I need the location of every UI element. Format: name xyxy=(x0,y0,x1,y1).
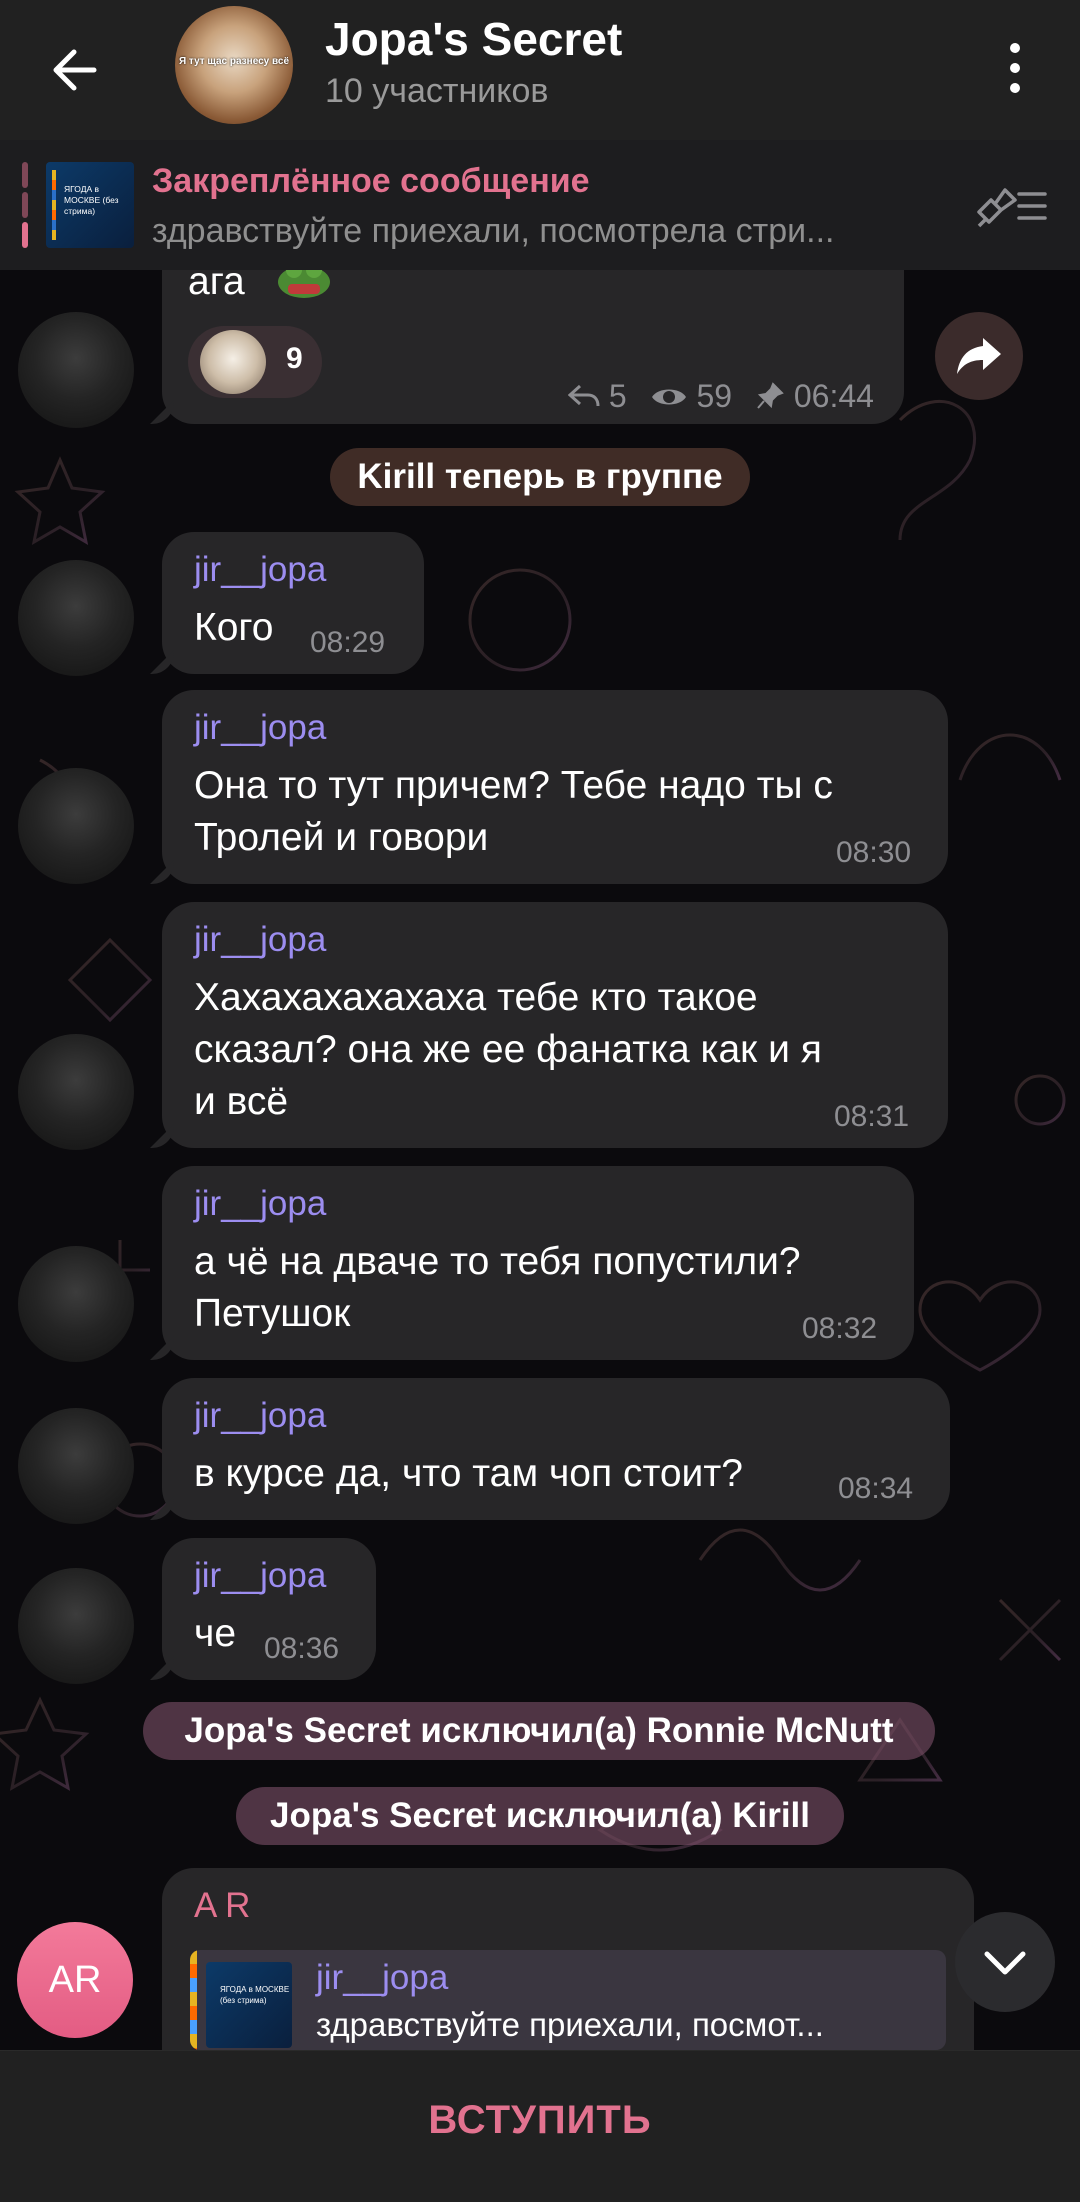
message-sender[interactable]: jir__jopa xyxy=(194,1396,326,1436)
message-bubble[interactable]: jir__jopa Кого 08:29 xyxy=(162,532,424,674)
message-sender[interactable]: jir__jopa xyxy=(194,920,326,960)
share-arrow-icon xyxy=(957,338,1001,374)
message-sender[interactable]: jir__jopa xyxy=(194,1556,326,1596)
message-bubble[interactable]: jir__jopa че 08:36 xyxy=(162,1538,376,1680)
back-arrow-icon[interactable] xyxy=(44,38,108,102)
user-avatar[interactable] xyxy=(18,768,134,884)
message-text: Тролей и говори xyxy=(194,816,489,859)
service-message: Jopa's Secret исключил(а) Ronnie McNutt xyxy=(143,1702,935,1760)
message-text: Она то тут причем? Тебе надо ты с xyxy=(194,764,833,807)
message-text: а чё на дваче то тебя попустили? xyxy=(194,1240,801,1283)
service-message: Kirill теперь в группе xyxy=(330,448,750,506)
message-bubble[interactable]: jir__jopa Она то тут причем? Тебе надо т… xyxy=(162,690,948,884)
user-avatar[interactable] xyxy=(18,1246,134,1362)
user-avatar[interactable] xyxy=(18,1034,134,1150)
message-time: 08:30 xyxy=(836,836,912,869)
message-text: Кого xyxy=(194,606,274,649)
reaction-count: 9 xyxy=(286,342,303,375)
message-text: че xyxy=(194,1612,237,1655)
message-time: 08:34 xyxy=(838,1472,914,1505)
user-avatar[interactable] xyxy=(18,1568,134,1684)
message-sender[interactable]: jir__jopa xyxy=(194,708,326,748)
pin-icon xyxy=(757,382,784,409)
message-text: сказал? она же ее фанатка как и я xyxy=(194,1028,822,1071)
reply-text: здравствуйте приехали, посмот... xyxy=(316,2006,824,2043)
message-time: 08:32 xyxy=(802,1312,878,1345)
message-text: Петушок xyxy=(194,1292,351,1335)
pinned-title: Закреплённое сообщение xyxy=(152,162,590,200)
pinned-message-bar[interactable]: ЯГОДА в МОСКВЕ (без стрима) Закреплённое… xyxy=(0,140,1080,270)
scroll-down-button[interactable] xyxy=(955,1912,1055,2012)
user-avatar[interactable] xyxy=(18,312,134,428)
pinned-thumbnail-text: ЯГОДА в МОСКВЕ (без стрима) xyxy=(64,184,119,216)
reaction-chip[interactable]: 9 xyxy=(188,326,322,398)
message-time: 08:36 xyxy=(264,1632,340,1665)
group-avatar[interactable]: Я тут щас разнесу всё xyxy=(175,6,293,124)
views-count: 59 xyxy=(696,378,733,414)
message-sender[interactable]: jir__jopa xyxy=(194,550,326,590)
pinned-list-icon[interactable] xyxy=(975,182,1049,230)
chevron-down-icon xyxy=(984,1951,1026,1975)
message-sender[interactable]: jir__jopa xyxy=(194,1184,326,1224)
group-avatar-caption: Я тут щас разнесу всё xyxy=(178,56,290,67)
pinned-thumbnail: ЯГОДА в МОСКВЕ (без стрима) xyxy=(46,162,134,248)
message-bubble[interactable]: jir__jopa Хахахахахахаха тебе кто такое … xyxy=(162,902,948,1148)
reply-preview[interactable]: ЯГОДА в МОСКВЕ (без стрима) jir__jopa зд… xyxy=(190,1950,946,2050)
user-avatar[interactable]: AR xyxy=(17,1922,133,2038)
user-avatar[interactable] xyxy=(18,560,134,676)
message-sender[interactable]: A R xyxy=(194,1886,250,1926)
message-text: в курсе да, что там чоп стоит? xyxy=(194,1452,743,1495)
message-time: 08:29 xyxy=(310,626,386,659)
reply-sender: jir__jopa xyxy=(316,1958,449,1997)
reply-count: 5 xyxy=(608,378,627,414)
message-meta: 5 59 06:44 xyxy=(567,378,874,415)
pinned-text: здравствуйте приехали, посмотрела стри..… xyxy=(152,212,835,250)
reply-thumbnail: ЯГОДА в МОСКВЕ (без стрима) xyxy=(206,1962,292,2048)
forward-button[interactable] xyxy=(935,312,1023,400)
user-avatar[interactable] xyxy=(18,1408,134,1524)
message-text: и всё xyxy=(194,1080,289,1123)
chat-title[interactable]: Jopa's Secret xyxy=(325,12,622,66)
reply-thumbnail-text: ЯГОДА в МОСКВЕ (без стрима) xyxy=(220,1985,290,2005)
chat-header: Я тут щас разнесу всё Jopa's Secret 10 у… xyxy=(0,0,1080,140)
member-count: 10 участников xyxy=(325,72,549,110)
message-time: 08:31 xyxy=(834,1100,910,1133)
reply-icon xyxy=(567,384,600,407)
join-button[interactable]: ВСТУПИТЬ xyxy=(0,2051,1080,2189)
message-time: 06:44 xyxy=(793,378,874,414)
pinned-indicator xyxy=(22,162,28,248)
bottom-bar: ВСТУПИТЬ xyxy=(0,2050,1080,2202)
more-options-icon[interactable] xyxy=(995,36,1035,100)
service-message: Jopa's Secret исключил(а) Kirill xyxy=(236,1787,844,1845)
message-bubble[interactable]: jir__jopa а чё на дваче то тебя попустил… xyxy=(162,1166,914,1360)
message-text: Хахахахахахаха тебе кто такое xyxy=(194,976,758,1019)
views-eye-icon xyxy=(651,389,686,405)
cat-sticker-icon xyxy=(200,330,266,394)
message-bubble[interactable]: jir__jopa в курсе да, что там чоп стоит?… xyxy=(162,1378,950,1520)
